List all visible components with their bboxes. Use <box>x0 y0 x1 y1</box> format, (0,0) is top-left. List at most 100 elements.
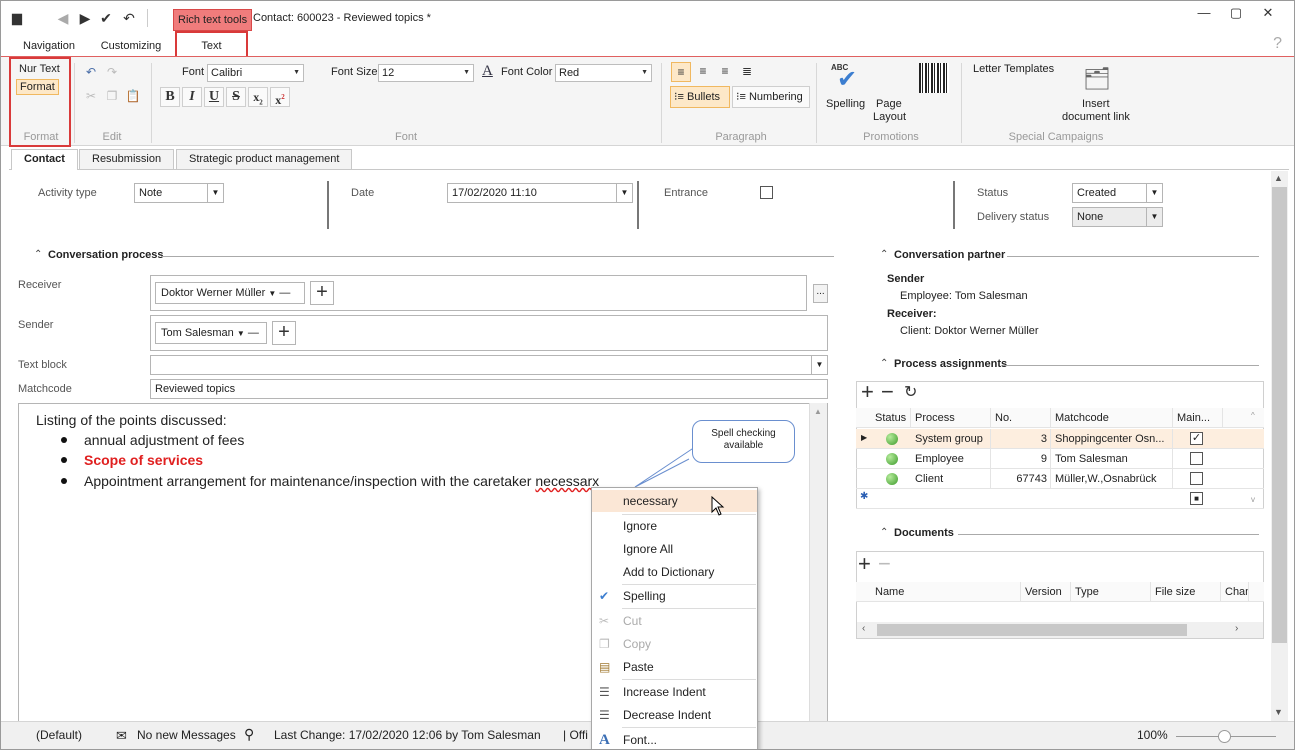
maximize-button[interactable]: ▢ <box>1223 4 1249 22</box>
column-version[interactable]: Version <box>1021 582 1071 602</box>
text-block-select[interactable]: ▼ <box>150 355 828 375</box>
insert-label[interactable]: Insert <box>1082 98 1110 110</box>
column-change[interactable]: Chan <box>1221 582 1249 602</box>
table-row[interactable]: Employee 9 Tom Salesman <box>856 449 1264 469</box>
more-button[interactable]: ... <box>813 284 828 303</box>
font-size-combo[interactable]: 12 ▼ <box>378 64 474 82</box>
column-matchcode[interactable]: Matchcode <box>1051 408 1173 428</box>
remove-icon[interactable]: − <box>881 380 894 404</box>
tab-strategic-product-management[interactable]: Strategic product management <box>176 149 353 169</box>
menu-item-necessary[interactable]: necessary <box>592 490 757 512</box>
italic-button[interactable]: I <box>182 87 202 107</box>
collapse-icon[interactable]: ⌃ <box>34 249 42 260</box>
add-receiver-button[interactable]: + <box>310 281 334 305</box>
scroll-up-icon[interactable]: ▲ <box>814 407 822 416</box>
justify-icon[interactable]: ≣ <box>737 62 757 82</box>
undo-icon[interactable]: ↶ <box>121 10 137 26</box>
tab-contact[interactable]: Contact <box>11 149 78 170</box>
scroll-left-icon[interactable]: ‹ <box>862 623 865 634</box>
forward-icon[interactable]: ▶ <box>77 10 93 26</box>
column-file-size[interactable]: File size <box>1151 582 1221 602</box>
add-icon[interactable]: + <box>861 380 874 404</box>
menu-item-ignore-all[interactable]: Ignore All <box>592 538 757 560</box>
activity-type-select[interactable]: Note ▼ <box>134 183 224 203</box>
document-fan-icon[interactable]: 🗂 <box>1083 65 1111 93</box>
remove-icon[interactable]: — <box>279 287 290 299</box>
page-scrollbar[interactable]: ▲ ▼ <box>1271 171 1288 721</box>
font-color-combo[interactable]: Red ▼ <box>555 64 652 82</box>
menu-item-decrease-indent[interactable]: ☰ Decrease Indent <box>592 704 757 726</box>
menu-item-font[interactable]: A Font... <box>592 729 757 749</box>
grid-scroll-up-icon[interactable]: ^ <box>1251 411 1255 420</box>
paste-icon[interactable]: 📋 <box>123 87 143 107</box>
strikethrough-button[interactable]: S <box>226 87 246 107</box>
numbering-button[interactable]: ⁝≡ Numbering <box>732 86 810 108</box>
new-row[interactable]: ✱ ■ <box>856 489 1264 509</box>
align-right-icon[interactable]: ≡ <box>715 62 735 82</box>
table-row[interactable]: Client 67743 Müller,W.,Osnabrück <box>856 469 1264 489</box>
document-link-label[interactable]: document link <box>1062 111 1130 123</box>
remove-icon[interactable]: — <box>248 327 259 339</box>
barcode-icon[interactable] <box>919 63 949 93</box>
collapse-icon[interactable]: ⌃ <box>880 358 888 369</box>
letter-templates-button[interactable]: Letter Templates <box>973 63 1054 75</box>
tab-customizing[interactable]: Customizing <box>97 35 165 57</box>
grid-scroll-down-icon[interactable]: v <box>1251 495 1255 504</box>
menu-item-paste[interactable]: ▤ Paste <box>592 656 757 678</box>
sender-chip[interactable]: Tom Salesman ▼ — <box>155 322 267 344</box>
font-color-icon[interactable]: A <box>482 63 493 80</box>
help-icon[interactable]: ? <box>1273 35 1282 53</box>
align-center-icon[interactable]: ≡ <box>693 62 713 82</box>
back-icon[interactable]: ◀ <box>55 10 71 26</box>
bold-button[interactable]: B <box>160 87 180 107</box>
bullets-button[interactable]: ⁝≡ Bullets <box>670 86 730 108</box>
page-label[interactable]: Page <box>876 98 902 110</box>
search-icon[interactable]: ⚲ <box>244 726 254 743</box>
entrance-checkbox[interactable] <box>760 186 773 199</box>
zoom-slider-thumb[interactable] <box>1218 730 1231 743</box>
documents-hscroll[interactable]: ‹ › <box>857 622 1263 638</box>
editor-scrollbar[interactable]: ▲ <box>809 403 827 723</box>
column-process[interactable]: Process <box>911 408 991 428</box>
cut-icon[interactable]: ✂ <box>81 87 101 107</box>
spelling-icon[interactable]: ABC ✔ <box>831 63 865 93</box>
add-icon[interactable]: + <box>858 551 871 577</box>
scroll-thumb[interactable] <box>877 624 1187 636</box>
scroll-up-icon[interactable]: ▲ <box>1274 173 1283 183</box>
main-checkbox-checked[interactable]: ✓ <box>1190 432 1203 445</box>
font-combo[interactable]: Calibri ▼ <box>207 64 304 82</box>
redo-edit-icon[interactable]: ↷ <box>102 63 122 83</box>
delivery-status-select[interactable]: None ▼ <box>1072 207 1163 227</box>
column-name[interactable]: Name <box>871 582 1021 602</box>
tab-resubmission[interactable]: Resubmission <box>79 149 175 169</box>
matchcode-input[interactable]: Reviewed topics <box>150 379 828 399</box>
menu-item-add-dictionary[interactable]: Add to Dictionary <box>592 561 757 583</box>
menu-item-copy[interactable]: ❐ Copy <box>592 633 757 655</box>
status-default[interactable]: (Default) <box>36 728 82 742</box>
menu-item-ignore[interactable]: Ignore <box>592 515 757 537</box>
scroll-down-icon[interactable]: ▼ <box>1274 707 1283 717</box>
column-status[interactable]: Status <box>871 408 911 428</box>
remove-icon[interactable]: − <box>878 551 891 577</box>
column-main[interactable]: Main... <box>1173 408 1223 428</box>
menu-item-cut[interactable]: ✂ Cut <box>592 610 757 632</box>
tab-text[interactable]: Text <box>177 35 246 57</box>
scroll-thumb[interactable] <box>1272 187 1287 643</box>
tab-navigation[interactable]: Navigation <box>17 35 81 57</box>
misspelled-word[interactable]: necessarx <box>535 473 599 489</box>
undo-edit-icon[interactable]: ↶ <box>81 63 101 83</box>
table-row[interactable]: ▶ System group 3 Shoppingcenter Osn... ✓ <box>856 429 1264 449</box>
save-check-icon[interactable]: ✔ <box>98 10 114 26</box>
add-sender-button[interactable]: + <box>272 321 296 345</box>
underline-button[interactable]: U <box>204 87 224 107</box>
refresh-icon[interactable]: ↻ <box>904 382 917 404</box>
superscript-icon[interactable]: x2 <box>270 87 290 107</box>
menu-item-increase-indent[interactable]: ☰ Increase Indent <box>592 681 757 703</box>
main-checkbox[interactable] <box>1190 472 1203 485</box>
date-field[interactable]: 17/02/2020 11:10 ▼ <box>447 183 633 203</box>
scroll-right-icon[interactable]: › <box>1235 623 1238 634</box>
copy-icon[interactable]: ❐ <box>102 87 122 107</box>
collapse-icon[interactable]: ⌃ <box>880 527 888 538</box>
spelling-button[interactable]: Spelling <box>826 98 865 110</box>
align-left-icon[interactable]: ≡ <box>671 62 691 82</box>
